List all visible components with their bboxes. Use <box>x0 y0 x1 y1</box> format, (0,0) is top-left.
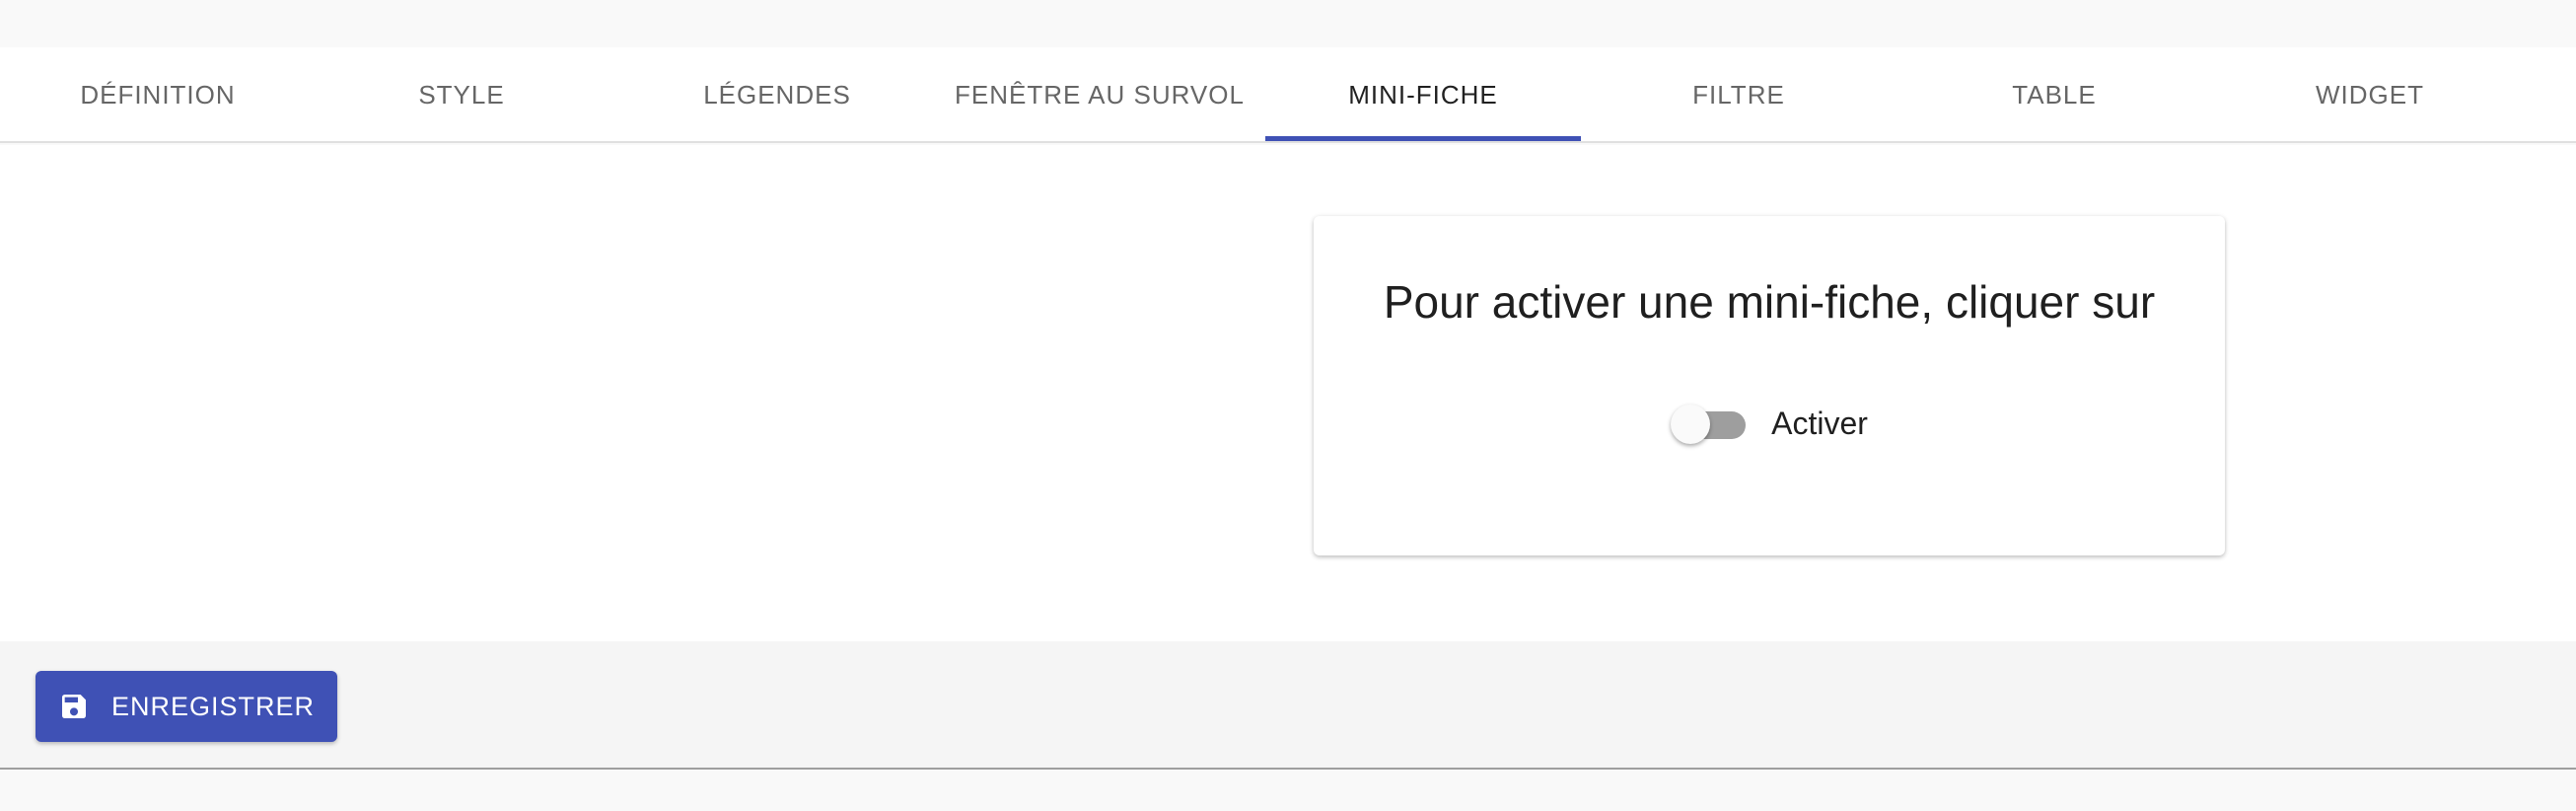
tab-legendes[interactable]: LÉGENDES <box>619 47 935 143</box>
activate-row: Activer <box>1314 399 2225 448</box>
tab-table[interactable]: TABLE <box>1896 47 2212 143</box>
activate-toggle[interactable] <box>1671 404 1748 444</box>
tab-style[interactable]: STYLE <box>304 47 619 143</box>
footer-bar: ENREGISTRER <box>0 641 2576 770</box>
floppy-disk-icon <box>61 695 86 718</box>
toggle-thumb <box>1671 405 1711 444</box>
bottom-bar <box>0 770 2576 811</box>
tab-mini-fiche[interactable]: MINI-FICHE <box>1265 47 1581 143</box>
tab-bar: DÉFINITION STYLE LÉGENDES FENÊTRE AU SUR… <box>0 47 2576 143</box>
tab-fenetre-au-survol[interactable]: FENÊTRE AU SURVOL <box>942 47 1257 143</box>
save-button-label: ENREGISTRER <box>110 691 316 721</box>
active-tab-indicator <box>1265 136 1581 141</box>
tab-definition[interactable]: DÉFINITION <box>0 47 316 143</box>
save-button[interactable]: ENREGISTRER <box>36 671 337 742</box>
tab-widget[interactable]: WIDGET <box>2212 47 2528 143</box>
top-bar <box>0 0 2576 47</box>
card-title: Pour activer une mini-fiche, cliquer sur <box>1383 276 2156 328</box>
mini-fiche-card: Pour activer une mini-fiche, cliquer sur… <box>1314 216 2225 555</box>
activate-label: Activer <box>1771 405 1868 441</box>
tab-filtre[interactable]: FILTRE <box>1581 47 1896 143</box>
